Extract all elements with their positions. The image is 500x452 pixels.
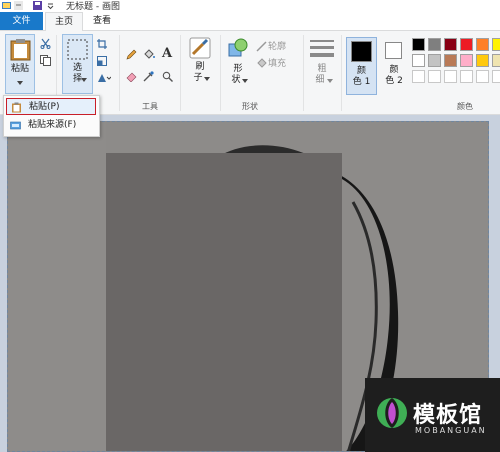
palette-swatch[interactable] xyxy=(412,38,425,51)
copy-icon[interactable] xyxy=(40,55,51,66)
palette-swatch[interactable] xyxy=(412,54,425,67)
watermark-logo-icon xyxy=(377,398,407,428)
select-label-2: 择 xyxy=(72,74,82,84)
outline-icon[interactable] xyxy=(256,41,267,52)
color1-button[interactable]: 颜 色 1 xyxy=(346,37,377,95)
color1-label-2: 色 1 xyxy=(352,77,371,87)
paste-button[interactable]: 粘贴 xyxy=(5,34,35,94)
clipboard-icon xyxy=(12,102,21,113)
palette-custom-slot[interactable] xyxy=(476,70,489,83)
paste-label: 粘贴 xyxy=(10,64,29,74)
palette-custom-slot[interactable] xyxy=(428,70,441,83)
menu-item-paste-from[interactable]: 粘贴来源(F) xyxy=(6,117,96,134)
clipboard-icon xyxy=(10,39,31,61)
tab-home[interactable]: 主页 xyxy=(45,12,83,31)
shapes-label-1: 形 xyxy=(233,64,243,74)
palette-swatch[interactable] xyxy=(460,38,473,51)
select-button[interactable]: 选 择 xyxy=(62,34,93,94)
paste-from-icon xyxy=(10,121,21,130)
color-palette xyxy=(412,38,500,98)
color1-label-1: 颜 xyxy=(356,66,366,76)
palette-swatch[interactable] xyxy=(492,38,500,51)
menu-item-paste[interactable]: 粘贴(P) xyxy=(6,98,96,115)
chevron-down-icon xyxy=(204,77,210,81)
palette-swatch[interactable] xyxy=(460,54,473,67)
watermark-subtext: MOBANGUAN xyxy=(415,426,487,435)
shapes-icon xyxy=(228,38,248,57)
select-label-1: 选 xyxy=(72,63,82,73)
tab-view[interactable]: 查看 xyxy=(84,12,120,30)
palette-swatch[interactable] xyxy=(444,54,457,67)
brushes-button[interactable]: 刷 子 xyxy=(184,34,216,94)
color1-swatch xyxy=(351,41,372,62)
size-button[interactable]: 粗 细 xyxy=(307,34,337,94)
fill-icon[interactable] xyxy=(256,58,267,69)
paint-app-icon xyxy=(2,2,11,9)
color2-label-2: 色 2 xyxy=(385,76,403,86)
palette-custom-slot[interactable] xyxy=(460,70,473,83)
palette-swatch[interactable] xyxy=(476,38,489,51)
rotate-icon[interactable] xyxy=(97,73,111,83)
window-title: 无标题 - 画图 xyxy=(66,2,120,12)
title-bar: 无标题 - 画图 xyxy=(0,0,500,12)
watermark: 模板馆 MOBANGUAN xyxy=(365,378,500,452)
select-icon xyxy=(67,39,88,60)
magnifier-icon[interactable] xyxy=(162,71,173,82)
brush-icon xyxy=(189,37,211,59)
watermark-text: 模板馆 xyxy=(413,403,483,428)
tab-file[interactable]: 文件 xyxy=(0,12,43,30)
chevron-down-icon xyxy=(17,81,23,85)
colors-group-label: 颜色 xyxy=(457,102,473,111)
chevron-down-icon xyxy=(242,79,248,83)
palette-custom-slot[interactable] xyxy=(444,70,457,83)
undo-quick-icon[interactable] xyxy=(14,1,23,10)
menu-item-paste-from-label: 粘贴来源(F) xyxy=(28,120,77,130)
color2-button[interactable]: 颜 色 2 xyxy=(380,37,408,95)
menu-item-paste-label: 粘贴(P) xyxy=(29,102,60,112)
save-quick-icon[interactable] xyxy=(33,1,42,10)
shapes-button[interactable]: 形 状 xyxy=(224,34,252,94)
palette-custom-slot[interactable] xyxy=(492,70,500,83)
color2-label-1: 颜 xyxy=(389,65,399,75)
brushes-label-1: 刷 xyxy=(195,62,205,72)
palette-swatch[interactable] xyxy=(428,38,441,51)
text-tool-icon[interactable]: A xyxy=(162,46,172,61)
palette-swatch[interactable] xyxy=(444,38,457,51)
pencil-icon[interactable] xyxy=(126,49,137,60)
outline-label[interactable]: 轮廓 xyxy=(268,39,286,52)
chevron-down-icon xyxy=(81,78,87,82)
fill-bucket-icon[interactable] xyxy=(143,49,155,60)
paste-dropdown-menu: 粘贴(P) 粘贴来源(F) xyxy=(3,95,100,137)
cut-icon[interactable] xyxy=(40,38,51,49)
fill-label[interactable]: 填充 xyxy=(268,56,286,69)
size-label-1: 粗 xyxy=(317,64,327,74)
resize-icon[interactable] xyxy=(97,56,107,66)
chevron-down-icon xyxy=(327,79,333,83)
shapes-group-label: 形状 xyxy=(242,102,258,111)
palette-swatch[interactable] xyxy=(476,54,489,67)
eraser-icon[interactable] xyxy=(126,71,137,82)
palette-swatch[interactable] xyxy=(428,54,441,67)
color2-swatch xyxy=(385,42,402,59)
crop-icon[interactable] xyxy=(97,39,107,49)
customize-quick-access-icon[interactable] xyxy=(46,1,55,10)
ribbon-tabs: 文件 主页 查看 xyxy=(0,12,500,31)
color-picker-icon[interactable] xyxy=(143,71,154,82)
palette-swatch[interactable] xyxy=(492,54,500,67)
palette-custom-slot[interactable] xyxy=(412,70,425,83)
tools-group-label: 工具 xyxy=(142,102,158,111)
